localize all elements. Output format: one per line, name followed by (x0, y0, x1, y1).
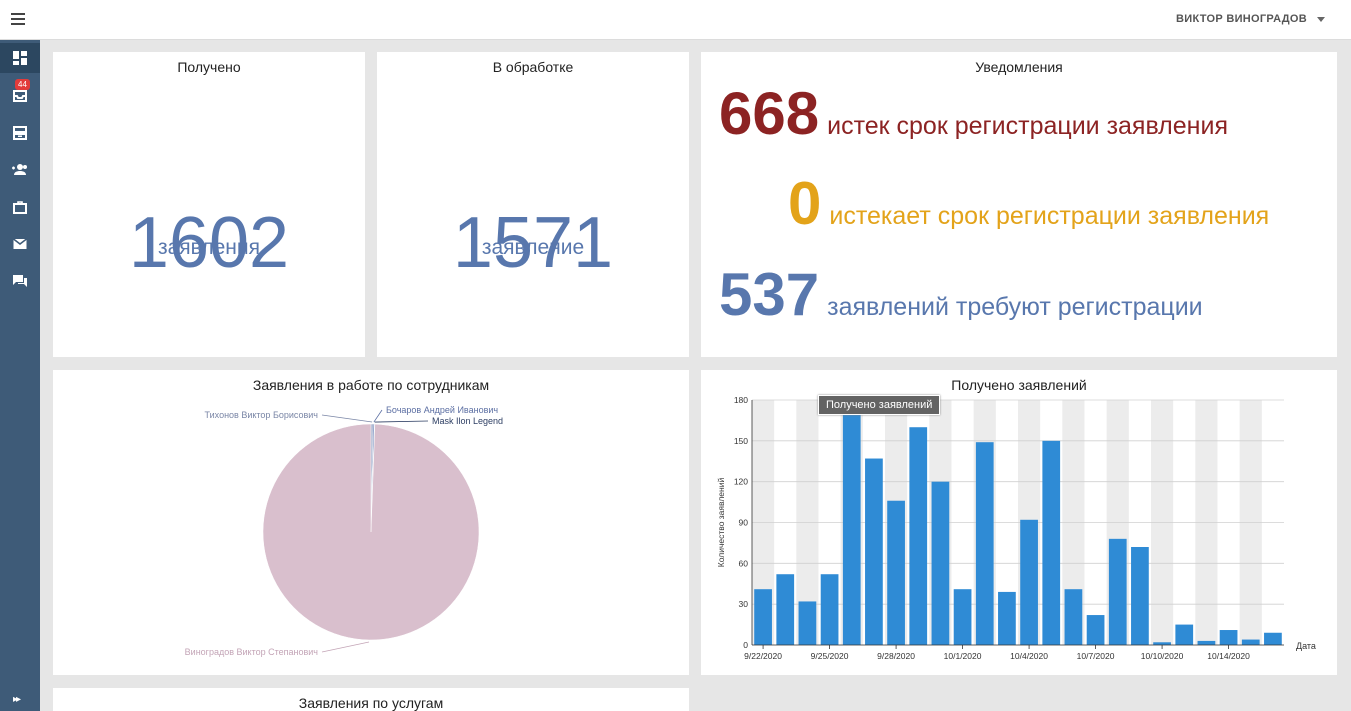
pie-label-line (374, 420, 429, 423)
x-tick-label: 9/22/2020 (744, 651, 782, 661)
x-axis-label: Дата (1296, 641, 1316, 651)
expired-count: 668 (719, 80, 820, 147)
pending-text: заявлений требуют регистрации (827, 293, 1203, 321)
bar[interactable] (776, 574, 795, 645)
in-progress-title: В обработке (492, 59, 574, 75)
received-label: заявления (158, 236, 260, 259)
x-tick-label: 9/25/2020 (811, 651, 849, 661)
bar[interactable] (1086, 615, 1105, 645)
sidebar-item-archive[interactable] (0, 118, 40, 148)
pie-label-line (373, 409, 383, 423)
y-tick-label: 0 (743, 640, 748, 650)
y-axis-label: Количество заявлений (716, 478, 726, 568)
notification-pending[interactable]: 537 заявлений требуют регистрации (719, 260, 1203, 329)
inbox-icon (13, 90, 27, 102)
sidebar-item-messages[interactable] (0, 266, 40, 296)
y-tick-label: 60 (739, 558, 749, 568)
bar[interactable] (865, 458, 883, 645)
y-tick-label: 90 (739, 518, 749, 528)
bar[interactable] (975, 442, 994, 645)
bar[interactable] (1042, 440, 1061, 645)
bar[interactable] (798, 601, 817, 645)
sidebar-item-users[interactable] (0, 155, 40, 185)
pie-label-line (321, 641, 370, 653)
expand-sidebar-icon[interactable]: ▸▸ (13, 694, 21, 705)
sidebar: 44 ▸▸ (0, 40, 40, 711)
pie-slice-label: Mask Ilon Legend (432, 416, 503, 426)
bar[interactable] (1264, 632, 1282, 645)
pie-slice-label: Тихонов Виктор Борисович (205, 410, 319, 420)
pending-count: 537 (719, 261, 820, 328)
bar[interactable] (842, 413, 861, 645)
user-menu[interactable]: ВИКТОР ВИНОГРАДОВ (1176, 13, 1325, 25)
in-progress-label: заявление (481, 236, 585, 259)
y-tick-label: 120 (734, 477, 748, 487)
x-tick-label: 10/7/2020 (1077, 651, 1115, 661)
x-tick-label: 10/1/2020 (944, 651, 982, 661)
x-tick-label: 9/28/2020 (877, 651, 915, 661)
sidebar-item-cases[interactable] (0, 192, 40, 222)
received-title: Получено (177, 59, 241, 75)
bar[interactable] (820, 574, 839, 645)
notification-expired[interactable]: 668 истек срок регистрации заявления (719, 79, 1228, 148)
bar[interactable] (909, 427, 928, 645)
x-tick-label: 10/4/2020 (1010, 651, 1048, 661)
bar[interactable] (931, 481, 950, 645)
notifications-card: Уведомления 668 истек срок регистрации за… (701, 52, 1337, 357)
bar[interactable] (953, 589, 972, 645)
received-bar-chart: 0 30 60 90 120 150 180 9/22/2020 9/25/2020 9/28/2… (716, 395, 1316, 661)
briefcase-icon (13, 201, 27, 214)
mail-icon (13, 238, 27, 249)
pie-slice-label: Виноградов Виктор Степанович (185, 647, 319, 657)
in-progress-card: В обработке 1571 заявление (377, 52, 689, 357)
pie-label-line (321, 414, 373, 423)
pie-slice-label: Бочаров Андрей Иванович (386, 405, 498, 415)
sidebar-item-inbox[interactable]: 44 (0, 79, 40, 111)
notification-expiring[interactable]: 0 истекает срок регистрации заявления (788, 169, 1269, 238)
sidebar-item-mail[interactable] (0, 229, 40, 259)
dashboard-icon (13, 51, 27, 65)
bar[interactable] (1064, 589, 1083, 645)
received-chart-card: Получено заявлений 0 30 60 90 120 150 180 9/22/… (701, 370, 1337, 675)
chevron-down-icon (1317, 16, 1325, 22)
bar[interactable] (1020, 519, 1038, 645)
chart-tooltip: Получено заявлений (818, 395, 941, 415)
employees-pie-chart: Тихонов Виктор Борисович Бочаров Андрей И… (185, 405, 503, 657)
inbox-badge: 44 (15, 79, 30, 90)
employees-card: Заявления в работе по сотрудникам Тихоно… (53, 370, 689, 675)
bar[interactable] (887, 500, 905, 645)
bar[interactable] (1153, 642, 1171, 645)
services-title: Заявления по услугам (298, 695, 444, 711)
bar[interactable] (1175, 624, 1194, 645)
expiring-count: 0 (788, 170, 822, 237)
bar[interactable] (998, 591, 1016, 645)
bar[interactable] (1197, 640, 1216, 645)
sidebar-item-dashboard[interactable] (0, 43, 40, 73)
x-tick-label: 10/14/2020 (1207, 651, 1250, 661)
chat-icon (13, 275, 27, 287)
notifications-title: Уведомления (975, 59, 1063, 75)
services-card: Заявления по услугам (53, 688, 689, 711)
bar[interactable] (1131, 547, 1149, 645)
user-name: ВИКТОР ВИНОГРАДОВ (1176, 13, 1307, 25)
y-tick-label: 150 (734, 436, 748, 446)
add-users-icon (12, 164, 27, 175)
x-tick-label: 10/10/2020 (1141, 651, 1184, 661)
received-card: Получено 1602 заявления (53, 52, 365, 357)
expiring-text: истекает срок регистрации заявления (829, 202, 1270, 230)
bar[interactable] (754, 589, 772, 645)
pie-slice[interactable] (262, 423, 480, 641)
bar[interactable] (1108, 538, 1127, 645)
expired-text: истек срок регистрации заявления (827, 112, 1228, 140)
bar[interactable] (1219, 630, 1238, 645)
archive-icon (13, 126, 27, 140)
y-tick-label: 180 (734, 395, 748, 405)
bar[interactable] (1241, 639, 1260, 645)
hamburger-menu-icon[interactable] (8, 10, 28, 30)
y-tick-label: 30 (739, 599, 749, 609)
top-bar: ВИКТОР ВИНОГРАДОВ (0, 0, 1351, 40)
